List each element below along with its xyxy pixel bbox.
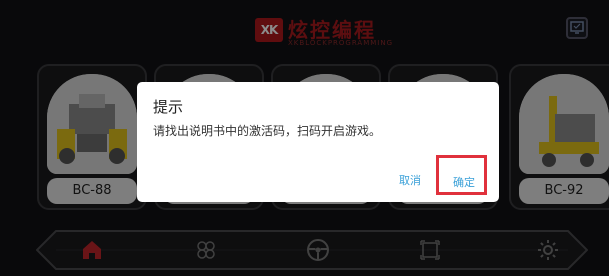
dialog-message: 请找出说明书中的激活码，扫码开启游戏。 — [153, 124, 382, 138]
app-root: XK 炫控编程 XKBLOCKPROGRAMMING BC-88 BC-92 提… — [0, 0, 609, 276]
confirm-button[interactable]: 确定 — [453, 174, 475, 190]
dialog-title: 提示 — [153, 98, 184, 116]
activation-dialog: 提示 请找出说明书中的激活码，扫码开启游戏。 取消 确定 — [137, 82, 499, 202]
confirm-button-highlight: 确定 — [436, 155, 487, 195]
cancel-button[interactable]: 取消 — [399, 172, 421, 188]
